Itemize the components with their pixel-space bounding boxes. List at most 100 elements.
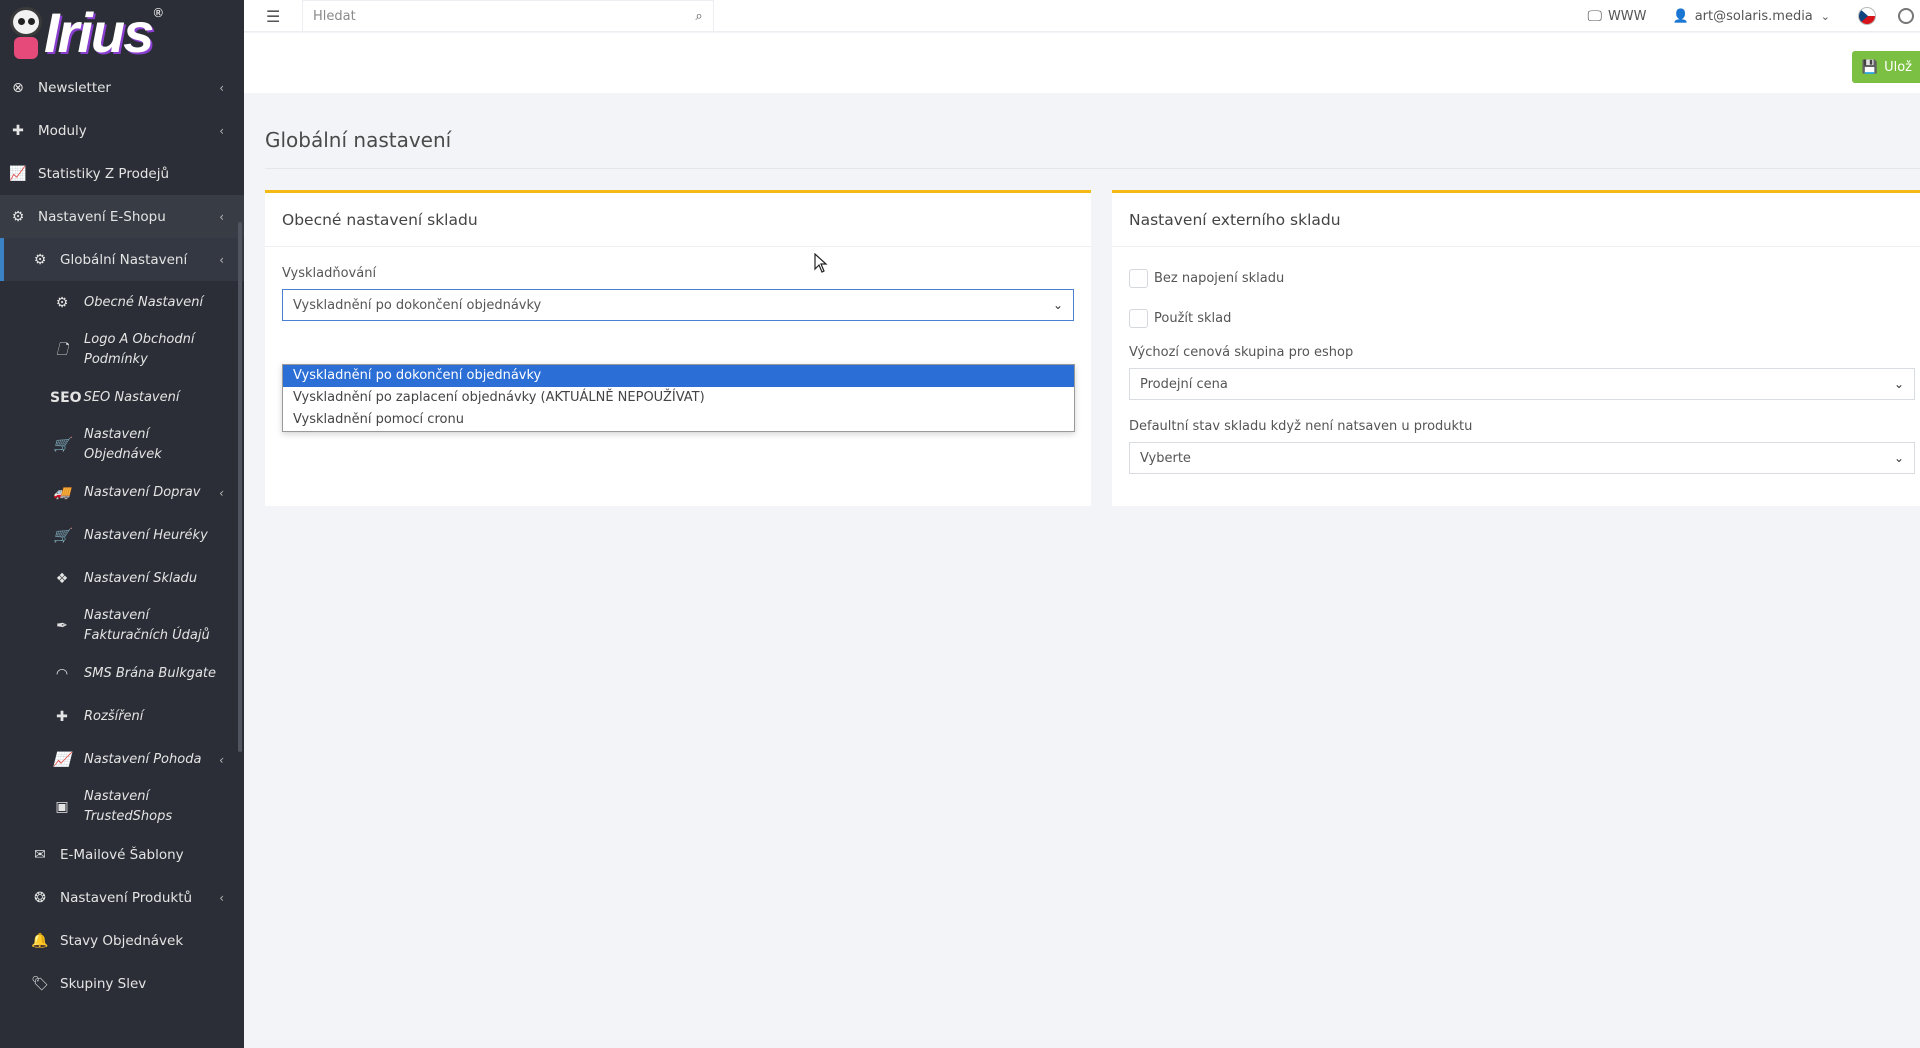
sidebar-item-label: Nastavení Produktů — [60, 889, 193, 906]
settings-circle-icon: ⚙ — [55, 294, 69, 311]
id-card-icon: ▣ — [55, 799, 69, 815]
hamburger-menu-icon[interactable]: ☰ — [266, 7, 280, 26]
floppy-disk-icon: 💾 — [1861, 59, 1879, 75]
chevron-down-icon: ⌄ — [1893, 451, 1904, 465]
title-divider — [265, 168, 1920, 169]
sidebar-scrollbar[interactable] — [238, 222, 242, 752]
checkbox[interactable] — [1129, 308, 1148, 328]
puzzle-icon: ✚ — [12, 122, 24, 139]
chevron-down-icon: ⌄ — [1820, 9, 1830, 23]
sidebar-item-nastaveni-trustedshops[interactable]: ▣ Nastavení TrustedShops — [0, 781, 244, 833]
chevron-left-icon: ‹ — [219, 890, 224, 905]
sidebar-item-label: Globální Nastavení — [60, 251, 188, 268]
card-title: Obecné nastavení skladu — [265, 193, 1091, 247]
checkbox-row-bez-napojeni[interactable]: Bez napojení skladu — [1129, 267, 1915, 289]
czech-flag-icon[interactable] — [1858, 7, 1876, 25]
chevron-down-icon: ⌄ — [1052, 298, 1063, 312]
sidebar-item-label: Nastavení Doprav — [84, 485, 201, 500]
select-value: Prodejní cena — [1140, 376, 1228, 392]
sidebar-item-nastaveni-heureky[interactable]: 🛒 Nastavení Heuréky — [0, 514, 244, 557]
feather-icon: ✒ — [56, 618, 68, 634]
sidebar-item-seo-nastaveni[interactable]: SEO SEO Nastavení — [0, 376, 244, 419]
chevron-left-icon: ‹ — [219, 209, 224, 224]
chevron-left-icon: ‹ — [219, 80, 224, 95]
sidebar-nav: ⊗ Newsletter ‹ ✚ Moduly ‹ 📈 Statistiky Z… — [0, 66, 244, 1005]
bell-icon: 🔔 — [31, 932, 49, 949]
chevron-left-icon: ‹ — [219, 252, 224, 267]
select-value: Vyskladnění po dokončení objednávky — [293, 297, 542, 313]
truck-icon: 🚚 — [53, 484, 71, 501]
sidebar-item-rozsireni[interactable]: ✚ Rozšíření — [0, 695, 244, 738]
stock-dispatch-select[interactable]: Vyskladnění po dokončení objednávky ⌄ — [282, 289, 1074, 321]
sidebar-item-statistiky[interactable]: 📈 Statistiky Z Prodejů — [0, 152, 244, 195]
dropdown-option[interactable]: Vyskladnění po dokončení objednávky — [283, 365, 1074, 387]
logo[interactable]: Irius ® — [0, 0, 244, 66]
sidebar-item-logo-obchodni-podminky[interactable]: 🗋 Logo A Obchodní Podmínky — [0, 324, 244, 376]
www-label: WWW — [1607, 8, 1647, 24]
search-box: ⌕ — [302, 0, 714, 32]
sidebar-item-newsletter[interactable]: ⊗ Newsletter ‹ — [0, 66, 244, 109]
mouse-cursor-icon — [814, 253, 828, 273]
line-chart-icon: 📈 — [53, 751, 71, 768]
stock-dispatch-dropdown: Vyskladnění po dokončení objednávky Vysk… — [282, 364, 1075, 432]
sidebar-item-label: Rozšíření — [84, 709, 144, 724]
sidebar-item-emailove-sablony[interactable]: ✉ E-Mailové Šablony — [0, 833, 244, 876]
user-email: art@solaris.media — [1694, 8, 1813, 24]
field-label: Defaultní stav skladu když není natsaven… — [1129, 419, 1473, 434]
sidebar-item-skupiny-slev[interactable]: 🏷 Skupiny Slev — [0, 962, 244, 1005]
sidebar-item-globalni-nastaveni[interactable]: ⚙ Globální Nastavení ‹ — [0, 238, 244, 281]
sidebar-item-stavy-objednavek[interactable]: 🔔 Stavy Objednávek — [0, 919, 244, 962]
sidebar-item-label: Statistiky Z Prodejů — [38, 165, 170, 182]
user-menu[interactable]: 👤 art@solaris.media ⌄ — [1673, 9, 1830, 24]
sidebar-item-nastaveni-objednavek[interactable]: 🛒 Nastavení Objednávek — [0, 419, 244, 471]
sidebar-item-nastaveni-produktu[interactable]: ❂ Nastavení Produktů ‹ — [0, 876, 244, 919]
line-chart-icon: 📈 — [9, 165, 27, 182]
sidebar-item-label: Nastavení TrustedShops — [84, 789, 173, 824]
registered-mark: ® — [152, 6, 165, 20]
power-icon[interactable] — [1898, 8, 1914, 24]
save-button[interactable]: 💾 Ulož — [1851, 51, 1920, 83]
sidebar-item-label: SEO Nastavení — [83, 390, 180, 405]
puzzle-icon: ✚ — [56, 708, 68, 725]
checkbox[interactable] — [1129, 268, 1148, 288]
default-stock-select[interactable]: Vyberte ⌄ — [1129, 442, 1915, 474]
sidebar-item-nastaveni-pohoda[interactable]: 📈 Nastavení Pohoda ‹ — [0, 738, 244, 781]
action-bar: 💾 Ulož — [244, 33, 1920, 93]
price-group-select[interactable]: Prodejní cena ⌄ — [1129, 368, 1915, 400]
sidebar-item-label: Skupiny Slev — [60, 975, 147, 992]
sidebar: Irius ® ⊗ Newsletter ‹ ✚ Moduly ‹ 📈 Stat… — [0, 0, 244, 1048]
gear-icon: ⚙ — [33, 251, 47, 268]
sidebar-item-moduly[interactable]: ✚ Moduly ‹ — [0, 109, 244, 152]
chevron-left-icon: ‹ — [219, 752, 224, 767]
select-value: Vyberte — [1140, 450, 1191, 466]
monitor-search-icon: 🖵 — [1587, 7, 1602, 25]
sidebar-item-label: Nastavení Skladu — [84, 571, 198, 586]
envelope-icon: ✉ — [34, 846, 46, 863]
logo-text: Irius — [44, 1, 154, 64]
topbar-right: 🖵 WWW 👤 art@solaris.media ⌄ — [1587, 0, 1920, 32]
checkbox-row-pouzit-sklad[interactable]: Použít sklad — [1129, 307, 1915, 329]
seo-search-icon: SEO — [50, 389, 82, 406]
chevron-left-icon: ‹ — [219, 485, 224, 500]
envelope-circle-icon: ⊗ — [12, 79, 24, 96]
card-title: Nastavení externího skladu — [1112, 193, 1920, 247]
sidebar-item-nastaveni-eshopu[interactable]: ⚙ Nastavení E-Shopu ‹ — [0, 195, 244, 238]
search-icon[interactable]: ⌕ — [685, 9, 713, 24]
search-input[interactable] — [303, 8, 685, 24]
sidebar-item-sms-brana-bulkgate[interactable]: ◠ SMS Brána Bulkgate — [0, 652, 244, 695]
sidebar-item-nastaveni-skladu[interactable]: ❖ Nastavení Skladu — [0, 557, 244, 600]
www-link[interactable]: 🖵 WWW — [1587, 7, 1646, 25]
sidebar-item-nastaveni-fakturacnich-udaju[interactable]: ✒ Nastavení Fakturačních Údajů — [0, 600, 244, 652]
cart-icon: 🛒 — [53, 527, 71, 544]
sidebar-item-label: Stavy Objednávek — [60, 932, 184, 949]
user-icon: 👤 — [1672, 8, 1689, 24]
sidebar-item-label: Newsletter — [38, 79, 111, 96]
sidebar-item-label: Moduly — [38, 122, 87, 139]
cart-icon: 🛒 — [53, 437, 71, 453]
dropdown-option[interactable]: Vyskladnění pomocí cronu — [283, 409, 1074, 431]
dropdown-option[interactable]: Vyskladnění po zaplacení objednávky (AKT… — [283, 387, 1074, 409]
save-label: Ulož — [1884, 59, 1912, 75]
sidebar-item-obecne-nastaveni[interactable]: ⚙ Obecné Nastavení — [0, 281, 244, 324]
field-label: Výchozí cenová skupina pro eshop — [1129, 345, 1354, 360]
sidebar-item-nastaveni-doprav[interactable]: 🚚 Nastavení Doprav ‹ — [0, 471, 244, 514]
